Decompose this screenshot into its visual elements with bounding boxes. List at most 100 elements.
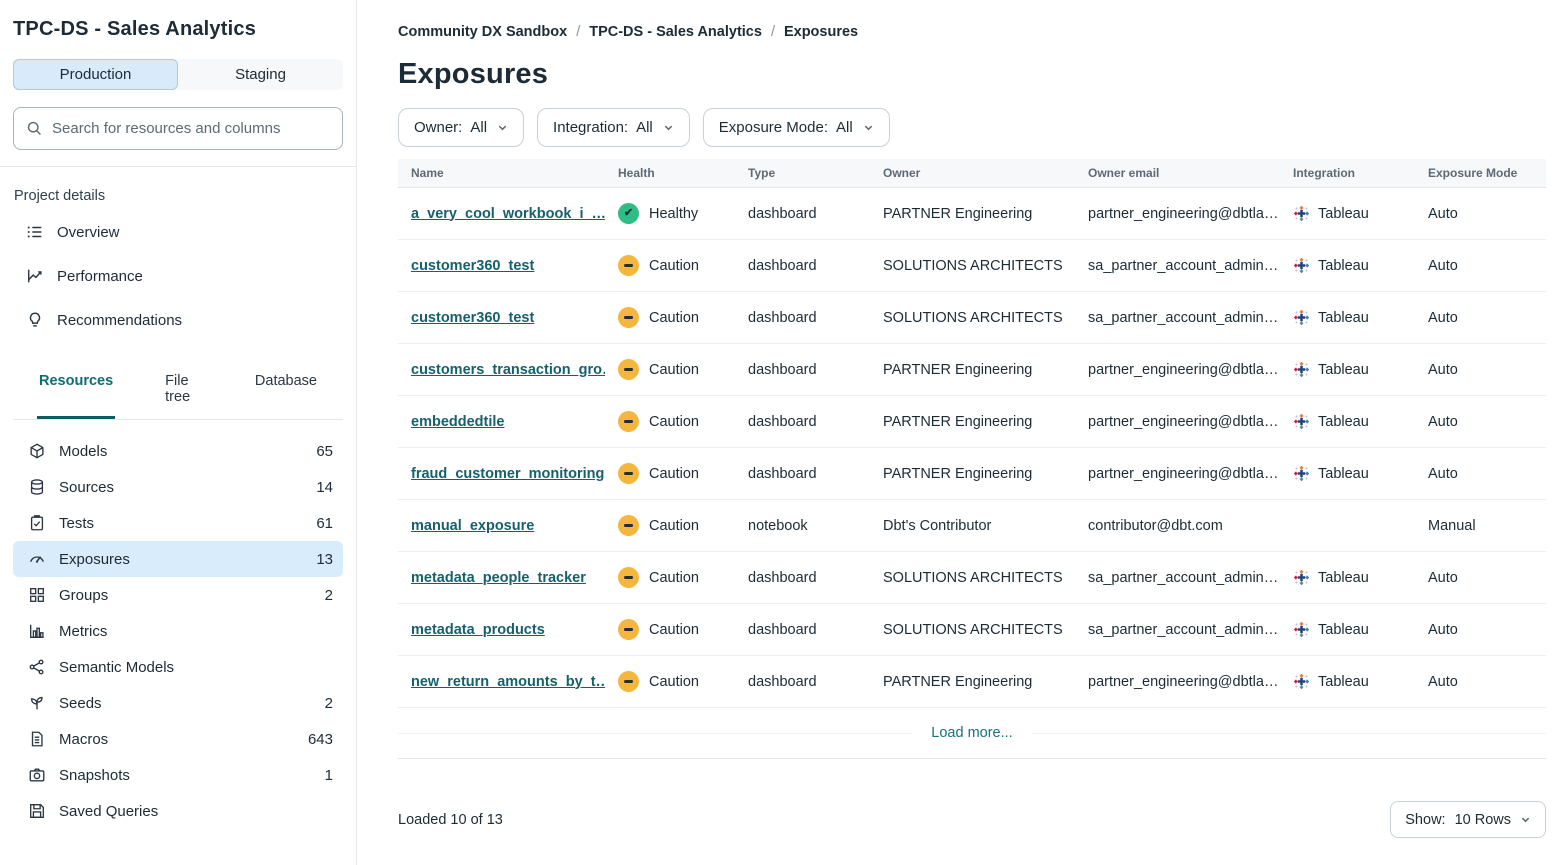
sidebar-item-groups[interactable]: Groups 2: [13, 577, 343, 613]
search-input[interactable]: [52, 120, 330, 137]
exposure-name-link[interactable]: new_return_amounts_by_t…: [411, 674, 605, 690]
health-label: Caution: [649, 414, 699, 430]
owner-filter-button[interactable]: Owner: All: [398, 108, 524, 147]
name-cell: manual_exposure: [398, 518, 605, 534]
name-cell: metadata_products: [398, 622, 605, 638]
sidebar-item-macros[interactable]: Macros 643: [13, 721, 343, 757]
list-icon: [26, 223, 44, 241]
filter-value: All: [836, 119, 853, 136]
exposure-mode-cell: Auto: [1415, 466, 1546, 482]
owner-cell: PARTNER Engineering: [870, 674, 1075, 690]
exposure-mode-cell: Auto: [1415, 622, 1546, 638]
sidebar-item-models[interactable]: Models 65: [13, 433, 343, 469]
health-label: Caution: [649, 674, 699, 690]
tab-database[interactable]: Database: [253, 364, 319, 419]
exposure-name-link[interactable]: fraud_customer_monitoring: [411, 466, 604, 482]
owner-email-cell: partner_engineering@dbtla…: [1075, 466, 1280, 482]
owner-email-cell: sa_partner_account_admin…: [1075, 310, 1280, 326]
owner-email-cell: sa_partner_account_admin…: [1075, 570, 1280, 586]
caution-badge-icon: [618, 307, 639, 328]
resource-count: 61: [316, 515, 333, 532]
resource-count: 1: [325, 767, 333, 784]
table-row: embeddedtileCautiondashboardPARTNER Engi…: [398, 396, 1546, 448]
exposure-name-link[interactable]: embeddedtile: [411, 414, 504, 430]
exposure-mode-cell: Auto: [1415, 310, 1546, 326]
exposure-mode-filter-button[interactable]: Exposure Mode: All: [703, 108, 890, 147]
sidebar-item-semantic-models[interactable]: Semantic Models: [13, 649, 343, 685]
show-rows-dropdown[interactable]: Show: 10 Rows: [1390, 801, 1546, 838]
exposure-mode-cell: Auto: [1415, 258, 1546, 274]
tab-file-tree[interactable]: File tree: [163, 364, 205, 419]
caution-badge-icon: [618, 671, 639, 692]
health-label: Caution: [649, 362, 699, 378]
breadcrumb-item-current: Exposures: [784, 24, 858, 40]
owner-cell: PARTNER Engineering: [870, 206, 1075, 222]
sidebar-item-snapshots[interactable]: Snapshots 1: [13, 757, 343, 793]
tableau-icon: [1293, 257, 1310, 274]
filter-value: All: [636, 119, 653, 136]
sidebar-item-label: Recommendations: [57, 312, 182, 329]
breadcrumb-item-project[interactable]: TPC-DS - Sales Analytics: [589, 24, 762, 40]
sidebar-item-sources[interactable]: Sources 14: [13, 469, 343, 505]
integration-label: Tableau: [1318, 310, 1369, 326]
sidebar-item-overview[interactable]: Overview: [13, 210, 343, 254]
health-label: Caution: [649, 622, 699, 638]
main-content: Community DX Sandbox / TPC-DS - Sales An…: [357, 0, 1559, 865]
sidebar-item-performance[interactable]: Performance: [13, 254, 343, 298]
sidebar-item-recommendations[interactable]: Recommendations: [13, 298, 343, 342]
environment-staging-button[interactable]: Staging: [178, 59, 343, 90]
search-box[interactable]: [13, 107, 343, 150]
integration-cell: Tableau: [1280, 413, 1415, 430]
sidebar-item-label: Semantic Models: [59, 659, 333, 676]
sidebar-item-metrics[interactable]: Metrics: [13, 613, 343, 649]
health-cell: Caution: [605, 515, 735, 536]
health-label: Caution: [649, 310, 699, 326]
sidebar-item-tests[interactable]: Tests 61: [13, 505, 343, 541]
type-cell: dashboard: [735, 310, 870, 326]
tableau-icon: [1293, 569, 1310, 586]
tab-resources[interactable]: Resources: [37, 364, 115, 419]
health-cell: Caution: [605, 619, 735, 640]
health-cell: Caution: [605, 463, 735, 484]
health-cell: Caution: [605, 567, 735, 588]
owner-cell: PARTNER Engineering: [870, 362, 1075, 378]
table-row: new_return_amounts_by_t… Caution dashboard…: [398, 656, 1546, 708]
load-more-link[interactable]: Load more...: [931, 725, 1012, 741]
show-label: Show:: [1405, 812, 1445, 828]
integration-cell: Tableau: [1280, 361, 1415, 378]
exposure-name-link[interactable]: manual_exposure: [411, 518, 534, 534]
sidebar-item-exposures[interactable]: Exposures 13: [13, 541, 343, 577]
filter-label: Owner:: [414, 119, 462, 136]
sidebar-item-label: Overview: [57, 224, 120, 241]
caution-badge-icon: [618, 619, 639, 640]
name-cell: customer360_test: [398, 258, 605, 274]
table-row: customers_transaction_gro…Cautiondashboa…: [398, 344, 1546, 396]
sidebar-item-label: Performance: [57, 268, 143, 285]
sidebar-item-seeds[interactable]: Seeds 2: [13, 685, 343, 721]
tableau-icon: [1293, 361, 1310, 378]
exposure-name-link[interactable]: a_very_cool_workbook_i_…: [411, 206, 605, 222]
exposure-name-link[interactable]: metadata_people_tracker: [411, 570, 586, 586]
exposure-name-link[interactable]: customers_transaction_gro…: [411, 362, 605, 378]
network-icon: [28, 658, 46, 676]
chevron-down-icon: [1520, 814, 1531, 825]
breadcrumb: Community DX Sandbox / TPC-DS - Sales An…: [398, 24, 1546, 40]
integration-label: Tableau: [1318, 258, 1369, 274]
tableau-icon: [1293, 309, 1310, 326]
sidebar-item-saved-queries[interactable]: Saved Queries: [13, 793, 343, 829]
sidebar-tabs: Resources File tree Database: [13, 364, 343, 420]
sprout-icon: [28, 694, 46, 712]
caution-badge-icon: [618, 463, 639, 484]
exposure-name-link[interactable]: customer360_test: [411, 310, 534, 326]
tableau-icon: [1293, 413, 1310, 430]
exposure-name-link[interactable]: customer360_test: [411, 258, 534, 274]
owner-email-cell: partner_engineering@dbtla…: [1075, 362, 1280, 378]
environment-production-button[interactable]: Production: [13, 59, 178, 90]
integration-filter-button[interactable]: Integration: All: [537, 108, 690, 147]
project-details-label: Project details: [14, 188, 343, 204]
breadcrumb-item-account[interactable]: Community DX Sandbox: [398, 24, 567, 40]
filter-label: Integration:: [553, 119, 628, 136]
camera-icon: [28, 766, 46, 784]
exposure-name-link[interactable]: metadata_products: [411, 622, 545, 638]
type-cell: dashboard: [735, 674, 870, 690]
